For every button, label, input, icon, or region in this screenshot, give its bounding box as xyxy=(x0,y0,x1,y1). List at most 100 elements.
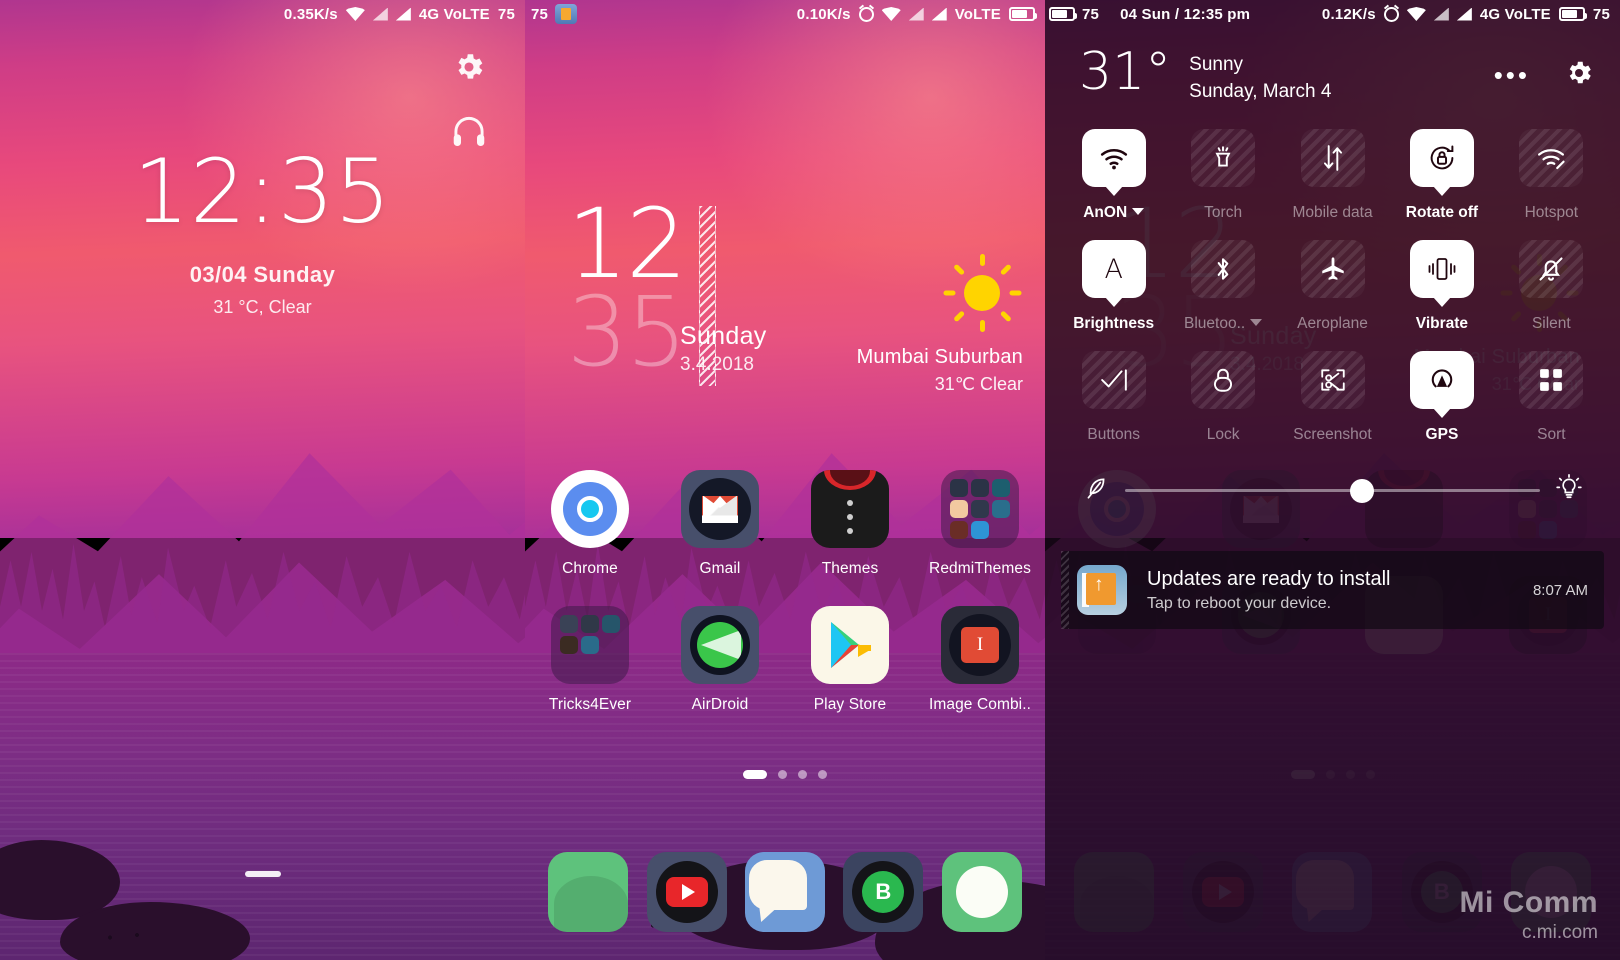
statusbar-quicksettings: 75 04 Sun / 12:35 pm 0.12K/s 4G VoLTE 75 xyxy=(1045,0,1620,28)
network-label: VoLTE xyxy=(954,5,1001,23)
signal-icon xyxy=(931,7,947,21)
more-options-icon[interactable]: ••• xyxy=(1494,62,1530,87)
updater-icon xyxy=(1077,565,1127,615)
app-tricks4ever[interactable]: Tricks4Ever xyxy=(525,606,655,714)
tile-label: Lock xyxy=(1206,426,1240,443)
tile-row-2: A Brightness Bluetoo.. Aeroplane Vibrate… xyxy=(1059,240,1606,333)
app-chrome[interactable]: Chrome xyxy=(525,470,655,578)
youtube-icon[interactable] xyxy=(646,852,727,932)
app-redmithemes[interactable]: RedmiThemes xyxy=(915,470,1045,578)
app-label: Image Combi.. xyxy=(928,696,1032,713)
homescreen-weather-widget[interactable]: Mumbai Suburban 31℃ Clear xyxy=(857,252,1023,395)
silent-icon xyxy=(1519,240,1584,298)
network-label: 4G VoLTE xyxy=(1479,5,1551,23)
app-label: RedmiThemes xyxy=(929,560,1031,577)
image-combiner-icon: I xyxy=(941,606,1019,684)
tile-label: Bluetoo.. xyxy=(1184,315,1246,332)
messages-icon[interactable] xyxy=(744,852,825,932)
chrome-icon xyxy=(551,470,629,548)
header-temperature: 31° xyxy=(1079,42,1172,102)
eye-care-icon[interactable] xyxy=(1083,475,1109,506)
signal-icon xyxy=(1456,7,1472,21)
tile-label: Brightness xyxy=(1073,315,1155,332)
chat-icon[interactable] xyxy=(941,852,1022,932)
brightness-slider-row[interactable] xyxy=(1045,462,1620,507)
bulb-icon[interactable] xyxy=(1556,474,1582,507)
tile-aeroplane[interactable]: Aeroplane xyxy=(1278,240,1387,333)
themes-icon xyxy=(811,470,889,548)
tile-wifi[interactable]: AnON xyxy=(1059,129,1168,222)
app-play-store[interactable]: Play Store xyxy=(785,606,915,714)
gear-icon[interactable] xyxy=(452,50,486,84)
signal-icon xyxy=(372,7,388,21)
lockscreen-date: 03/04 Sunday xyxy=(189,262,336,287)
signal-icon xyxy=(1433,7,1449,21)
whatsapp-icon[interactable] xyxy=(548,852,629,932)
page-dot[interactable] xyxy=(818,770,827,779)
tile-vibrate[interactable]: Vibrate xyxy=(1387,240,1496,333)
tile-mobile-data[interactable]: Mobile data xyxy=(1278,129,1387,222)
rotate-lock-icon xyxy=(1409,129,1474,187)
battery-label: 75 xyxy=(497,5,515,23)
tile-screenshot[interactable]: Screenshot xyxy=(1278,351,1387,444)
signal-icon xyxy=(908,7,924,21)
header-condition: Sunny xyxy=(1189,54,1244,75)
app-label: Themes xyxy=(821,560,879,577)
gear-icon[interactable] xyxy=(1564,58,1594,93)
play-store-icon xyxy=(811,606,889,684)
brightness-thumb[interactable] xyxy=(1349,478,1374,503)
mobile-data-icon xyxy=(1300,129,1365,187)
watermark-line1: Mi Comm xyxy=(1459,886,1598,919)
lockscreen-time: 12:35 xyxy=(133,140,392,243)
whatsapp-business-icon[interactable]: B xyxy=(843,852,924,932)
headphones-icon[interactable] xyxy=(451,114,487,146)
tile-sort[interactable]: Sort xyxy=(1497,351,1606,444)
app-label: Chrome xyxy=(562,560,618,577)
page-dot[interactable] xyxy=(798,770,807,779)
page-dot[interactable] xyxy=(743,770,767,779)
tile-label: Buttons xyxy=(1087,426,1140,443)
app-themes[interactable]: Themes xyxy=(785,470,915,578)
page-dot[interactable] xyxy=(778,770,787,779)
homescreen-date-block: Sunday 3.4.2018 xyxy=(680,322,767,376)
tile-row-3: Buttons Lock Screenshot GPS Sort xyxy=(1059,351,1606,444)
brightness-track[interactable] xyxy=(1125,478,1540,503)
buttons-icon xyxy=(1081,351,1146,409)
tile-lock[interactable]: Lock xyxy=(1168,351,1277,444)
net-speed-label: 0.35K/s xyxy=(283,5,338,23)
app-label: Tricks4Ever xyxy=(548,696,632,713)
weather-temp: 31℃ Clear xyxy=(934,374,1023,394)
home-indicator[interactable] xyxy=(244,871,281,877)
gps-icon xyxy=(1409,351,1474,409)
battery-icon xyxy=(1558,7,1587,21)
tile-label: Torch xyxy=(1204,204,1243,221)
left-battery-label: 75 xyxy=(531,5,549,23)
chevron-down-icon[interactable] xyxy=(1250,319,1263,326)
tile-bluetooth[interactable]: Bluetoo.. xyxy=(1168,240,1277,333)
vibrate-icon xyxy=(1409,240,1474,298)
tile-buttons[interactable]: Buttons xyxy=(1059,351,1168,444)
network-label: 4G VoLTE xyxy=(418,5,490,23)
tile-hotspot[interactable]: Hotspot xyxy=(1497,129,1606,222)
chevron-down-icon[interactable] xyxy=(1132,208,1145,215)
weather-city: Mumbai Suburban xyxy=(856,346,1023,368)
tile-label: Mobile data xyxy=(1292,204,1373,221)
app-image-combiner[interactable]: I Image Combi.. xyxy=(915,606,1045,714)
lockscreen-weather: 31 °C, Clear xyxy=(213,297,312,317)
app-airdroid[interactable]: AirDroid xyxy=(655,606,785,714)
app-row-1: Chrome Gmail Themes RedmiThemes xyxy=(525,470,1045,578)
tile-brightness[interactable]: A Brightness xyxy=(1059,240,1168,333)
tile-rotate[interactable]: Rotate off xyxy=(1387,129,1496,222)
tile-label: Screenshot xyxy=(1293,426,1372,443)
quicksettings-tiles: AnON Torch Mobile data Rotate off Hotspo… xyxy=(1045,129,1620,444)
notification-title: Updates are ready to install xyxy=(1147,567,1391,590)
tile-gps[interactable]: GPS xyxy=(1387,351,1496,444)
page-indicator[interactable] xyxy=(525,770,1045,779)
app-gmail[interactable]: Gmail xyxy=(655,470,785,578)
net-speed-label: 0.10K/s xyxy=(796,5,851,23)
notification-card[interactable]: Updates are ready to install Tap to rebo… xyxy=(1061,551,1604,629)
tile-torch[interactable]: Torch xyxy=(1168,129,1277,222)
aeroplane-icon xyxy=(1300,240,1365,298)
tile-silent[interactable]: Silent xyxy=(1497,240,1606,333)
statusbar-datetime: 04 Sun / 12:35 pm xyxy=(1120,5,1251,23)
